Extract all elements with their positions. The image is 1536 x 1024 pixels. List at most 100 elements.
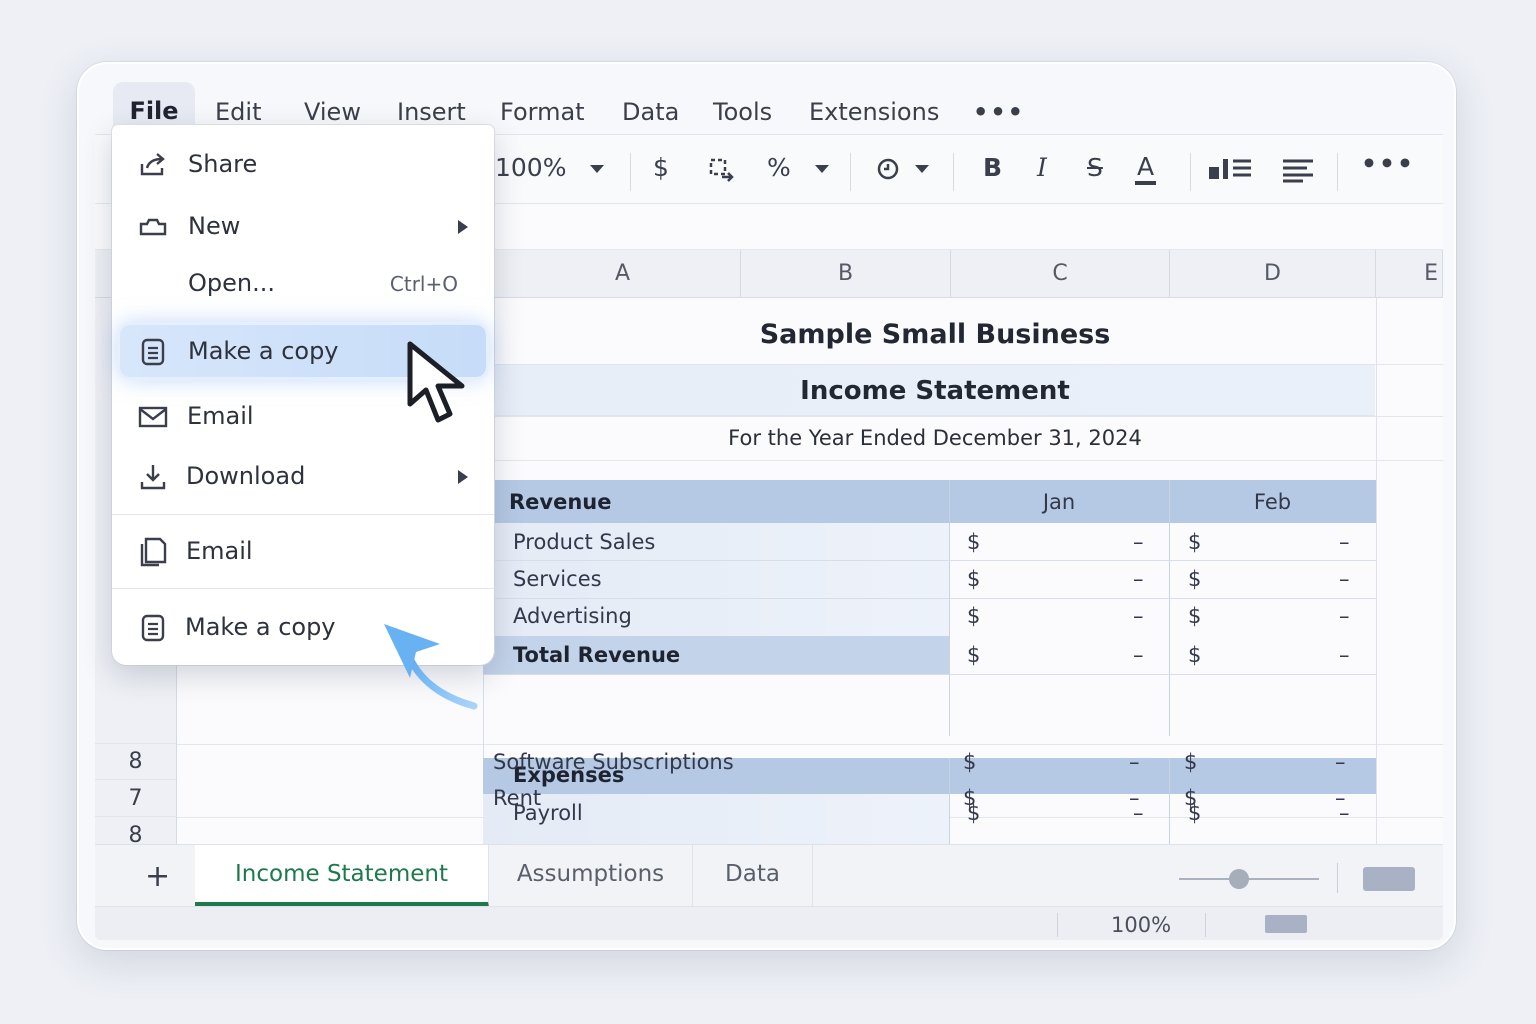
decimal-format-button[interactable]: [708, 155, 736, 189]
decimal-icon: [709, 158, 734, 182]
zoom-slider-track[interactable]: [1179, 878, 1319, 880]
sheet-title[interactable]: Sample Small Business: [495, 306, 1375, 364]
row-header-8a[interactable]: 8: [95, 744, 177, 780]
total-revenue-label[interactable]: Total Revenue: [513, 643, 680, 667]
menu-data[interactable]: Data: [622, 92, 679, 132]
gridline: [949, 480, 950, 736]
month-header-jan[interactable]: Jan: [949, 490, 1169, 514]
bold-button[interactable]: B: [983, 153, 1002, 182]
cell-value[interactable]: –: [1129, 786, 1140, 810]
menu-item-share[interactable]: Share: [112, 138, 494, 190]
sheet-period[interactable]: For the Year Ended December 31, 2024: [495, 416, 1375, 460]
italic-button[interactable]: I: [1037, 153, 1047, 182]
cell-value[interactable]: –: [1133, 530, 1144, 554]
sheet-subtitle[interactable]: Income Statement: [495, 364, 1375, 416]
chevron-down-icon: [590, 165, 605, 173]
divider: [1057, 913, 1058, 937]
currency-symbol: $: [967, 604, 981, 628]
divider: [1337, 863, 1338, 893]
menu-item-label: New: [188, 212, 241, 240]
view-toggle-button[interactable]: [1363, 867, 1415, 891]
cell-value[interactable]: –: [1339, 604, 1350, 628]
cell-value[interactable]: –: [1335, 786, 1346, 810]
shortcut-hint: Ctrl+O: [389, 272, 458, 296]
zoom-slider-handle[interactable]: [1229, 869, 1249, 889]
currency-symbol: $: [963, 750, 977, 774]
menu-more[interactable]: •••: [973, 92, 1025, 132]
toolbar-divider: [1337, 153, 1338, 191]
tab-assumptions[interactable]: Assumptions: [489, 845, 693, 907]
currency-symbol: $: [967, 567, 981, 591]
menu-item-download[interactable]: Download: [112, 450, 494, 502]
cell-value[interactable]: –: [1133, 604, 1144, 628]
revenue-row-label[interactable]: Product Sales: [513, 530, 655, 554]
revenue-row-label[interactable]: Services: [513, 567, 602, 591]
currency-symbol: $: [967, 530, 981, 554]
menu-item-new[interactable]: New: [112, 200, 494, 252]
column-header-d[interactable]: D: [1170, 250, 1376, 298]
gridline: [483, 560, 1376, 561]
zoom-select[interactable]: 100%: [495, 153, 605, 182]
toolbar-divider: [630, 153, 631, 191]
pointer-arrow-icon: [384, 624, 478, 710]
wrap-button[interactable]: [1281, 157, 1317, 189]
currency-symbol: $: [1188, 604, 1202, 628]
menu-item-label: Make a copy: [188, 337, 339, 365]
cell-value[interactable]: –: [1129, 750, 1140, 774]
toolbar-divider: [1190, 153, 1191, 191]
currency-symbol: $: [1184, 750, 1198, 774]
copy-icon: [140, 537, 167, 567]
currency-symbol: $: [1188, 530, 1202, 554]
menu-separator: [112, 588, 494, 589]
clock-icon: [877, 158, 929, 180]
menu-item-email-2[interactable]: Email: [112, 525, 494, 577]
clock-format-button[interactable]: [875, 155, 935, 189]
cell-value[interactable]: –: [1133, 567, 1144, 591]
menu-item-open[interactable]: Open... Ctrl+O: [112, 257, 494, 309]
currency-symbol: $: [1188, 567, 1202, 591]
expense-row-label[interactable]: Rent: [493, 786, 541, 810]
gridline: [949, 758, 950, 844]
column-header-e[interactable]: E: [1376, 250, 1443, 298]
download-icon: [140, 465, 166, 490]
revenue-header[interactable]: Revenue: [509, 490, 612, 514]
status-zoom[interactable]: 100%: [1111, 913, 1171, 937]
text-color-button[interactable]: A: [1135, 153, 1157, 185]
text-wrap-icon: [1283, 159, 1313, 183]
menu-item-label: Download: [186, 462, 306, 490]
zoom-value: 100%: [495, 153, 567, 182]
menu-item-label: Make a copy: [185, 613, 336, 641]
cell-value[interactable]: –: [1339, 567, 1350, 591]
tab-income-statement[interactable]: Income Statement: [195, 845, 489, 907]
more-tools-button[interactable]: •••: [1361, 149, 1415, 178]
revenue-row-label[interactable]: Advertising: [513, 604, 632, 628]
column-header-b[interactable]: B: [741, 250, 951, 298]
status-toggle-button[interactable]: [1265, 915, 1307, 933]
chevron-down-icon: [814, 165, 829, 173]
cell-value[interactable]: –: [1335, 750, 1346, 774]
gridline: [1169, 480, 1170, 736]
tab-data[interactable]: Data: [693, 845, 813, 907]
column-header-c[interactable]: C: [951, 250, 1170, 298]
expense-row-label[interactable]: Software Subscriptions: [493, 750, 734, 774]
align-button[interactable]: [1207, 155, 1255, 189]
percent-format-button[interactable]: %: [767, 153, 829, 182]
row-header-7[interactable]: 7: [95, 780, 177, 817]
submenu-arrow-icon: [458, 220, 468, 234]
currency-format-button[interactable]: $: [653, 153, 669, 182]
cell-value[interactable]: –: [1133, 643, 1144, 667]
menu-tools[interactable]: Tools: [713, 92, 772, 132]
status-bar: 100%: [95, 906, 1443, 940]
menu-format[interactable]: Format: [500, 92, 585, 132]
cell-value[interactable]: –: [1339, 643, 1350, 667]
strikethrough-button[interactable]: S: [1087, 153, 1103, 182]
menu-extensions[interactable]: Extensions: [809, 92, 939, 132]
currency-symbol: $: [1188, 643, 1202, 667]
align-icon: [1209, 159, 1251, 179]
cell-value[interactable]: –: [1339, 530, 1350, 554]
sheet-tabs-bar: + Income Statement Assumptions Data: [95, 844, 1443, 907]
month-header-feb[interactable]: Feb: [1169, 490, 1376, 514]
mouse-cursor-icon: [407, 341, 465, 423]
menu-item-label: Email: [186, 537, 253, 565]
add-sheet-button[interactable]: +: [145, 859, 170, 894]
